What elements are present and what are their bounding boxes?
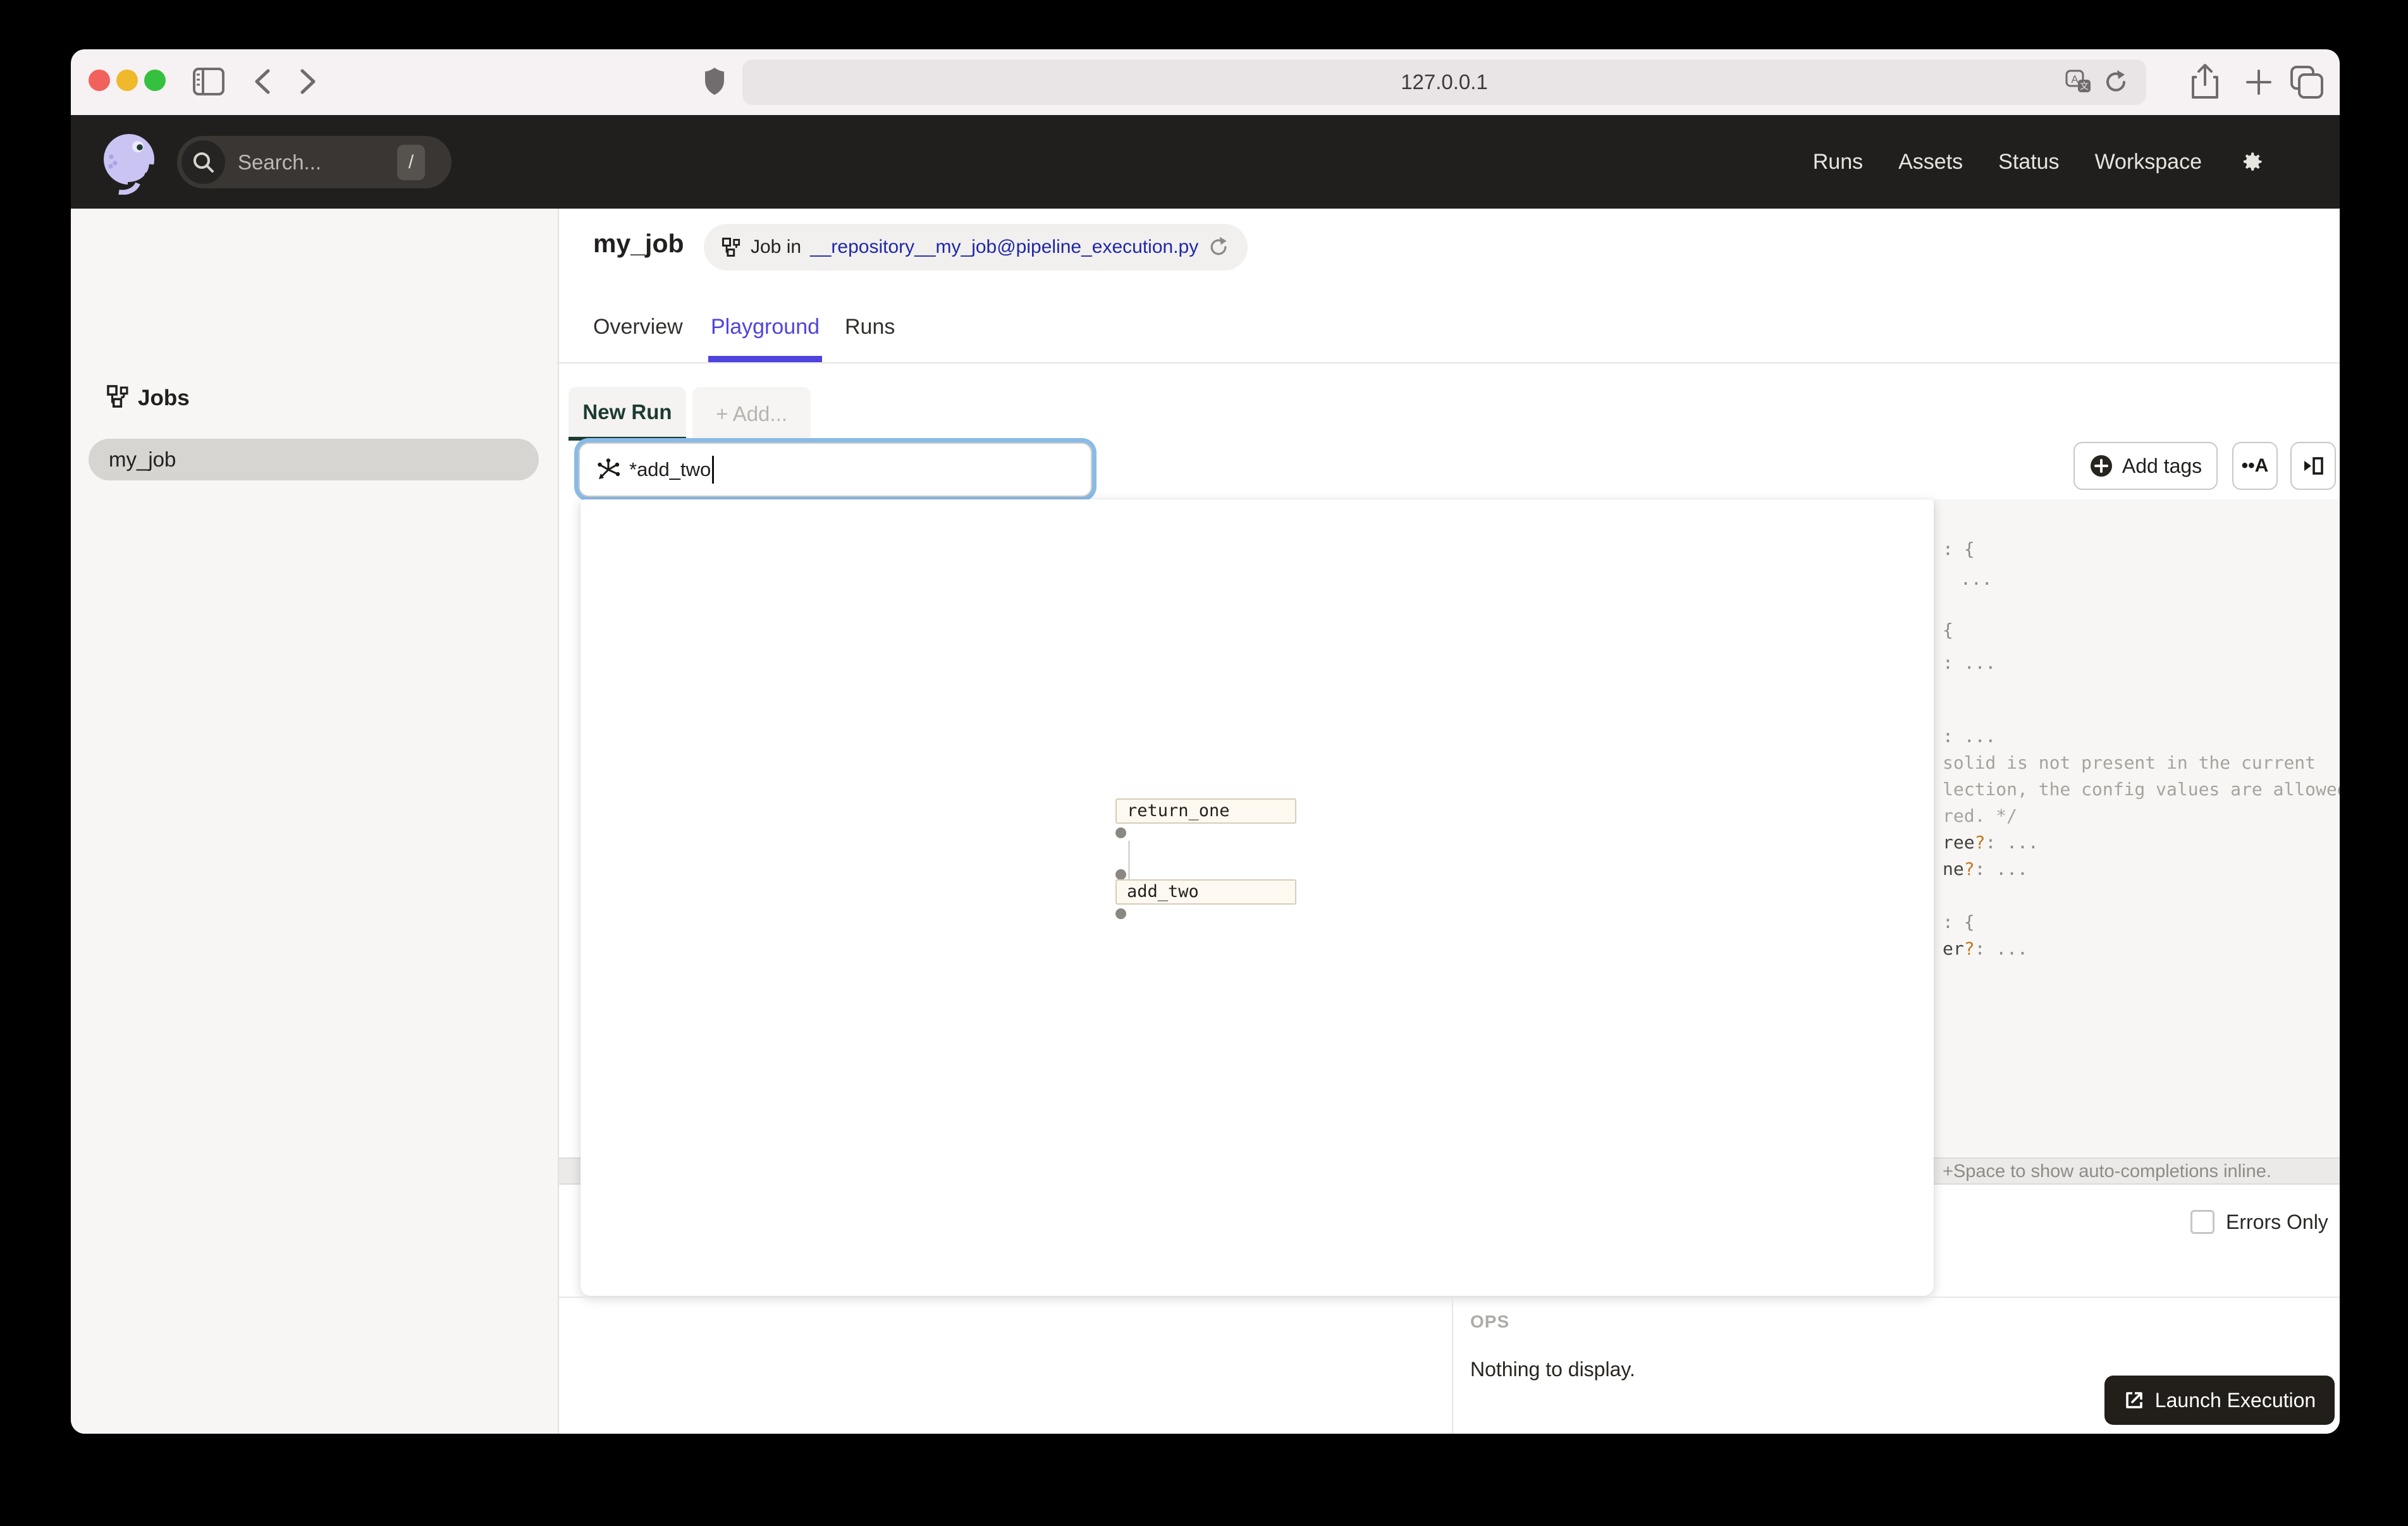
toggle-panel-button[interactable] bbox=[2290, 442, 2336, 490]
job-pill-prefix: Job in bbox=[751, 236, 802, 257]
sidebar-toggle-icon[interactable] bbox=[192, 66, 225, 97]
add-tags-button[interactable]: Add tags bbox=[2073, 442, 2218, 490]
autocomplete-toggle-button[interactable]: ••A bbox=[2232, 442, 2278, 490]
op-selector-input[interactable]: *add_two bbox=[579, 443, 1092, 497]
graph-preview-popover[interactable]: return_one add_two bbox=[580, 499, 1934, 1296]
new-run-label: New Run bbox=[582, 400, 672, 424]
translate-icon[interactable]: A 文 bbox=[2065, 70, 2092, 95]
expand-panel-icon bbox=[2304, 457, 2323, 475]
tab-runs[interactable]: Runs bbox=[845, 315, 895, 339]
plus-circle-icon bbox=[2090, 455, 2112, 477]
launch-execution-button[interactable]: Launch Execution bbox=[2104, 1376, 2335, 1425]
jobs-icon bbox=[107, 385, 128, 408]
privacy-shield-icon[interactable] bbox=[704, 66, 725, 95]
errors-only-checkbox[interactable] bbox=[2190, 1210, 2214, 1234]
search-shortcut-key: / bbox=[397, 145, 425, 180]
close-window-button[interactable] bbox=[89, 70, 110, 91]
refresh-job-icon[interactable] bbox=[1207, 236, 1230, 259]
nav-workspace[interactable]: Workspace bbox=[2095, 150, 2202, 174]
edge-line bbox=[1128, 841, 1130, 880]
op-node-return-one[interactable]: return_one bbox=[1115, 798, 1296, 824]
nav-assets[interactable]: Assets bbox=[1898, 150, 1963, 174]
schema-comment-line: red. */ bbox=[1943, 805, 2018, 826]
schema-line: ... bbox=[1960, 568, 1993, 589]
errors-only-label: Errors Only bbox=[2226, 1210, 2328, 1233]
tab-overview-icon[interactable] bbox=[2289, 64, 2325, 100]
add-run-label: + Add... bbox=[716, 401, 787, 425]
preview-vertical-divider bbox=[1452, 1297, 1453, 1434]
browser-toolbar: 127.0.0.1 A 文 bbox=[71, 49, 2340, 115]
schema-comment-line: solid is not present in the current bbox=[1943, 752, 2316, 773]
sidebar-title: Jobs bbox=[138, 386, 190, 410]
tab-playground[interactable]: Playground bbox=[711, 315, 820, 339]
browser-window: 127.0.0.1 A 文 Search... / Runs Assets St… bbox=[71, 49, 2340, 1434]
launch-label: Launch Execution bbox=[2154, 1388, 2316, 1412]
tab-overview[interactable]: Overview bbox=[593, 315, 683, 339]
output-port-dot bbox=[1115, 827, 1126, 838]
search-input[interactable]: Search... / bbox=[177, 136, 452, 188]
schema-line: er?: ... bbox=[1943, 938, 2028, 959]
page-title: my_job bbox=[593, 229, 684, 258]
schema-comment-line: lection, the config values are allowed bbox=[1943, 779, 2340, 800]
ops-empty-text: Nothing to display. bbox=[1470, 1358, 1635, 1381]
op-selector-icon bbox=[598, 458, 620, 479]
preview-panel-divider bbox=[559, 1297, 2340, 1298]
forward-button[interactable] bbox=[297, 67, 319, 96]
schema-line: : { bbox=[1943, 539, 1975, 559]
launch-icon bbox=[2125, 1392, 2142, 1408]
gear-icon[interactable] bbox=[2237, 148, 2265, 176]
schema-line: : ... bbox=[1943, 652, 1996, 673]
output-port-dot bbox=[1115, 908, 1126, 919]
screenshot-stage: 127.0.0.1 A 文 Search... / Runs Assets St… bbox=[0, 0, 2408, 1526]
schema-line: : ... bbox=[1943, 726, 1996, 747]
sidebar: Jobs my_job __repository__my_job bbox=[71, 209, 559, 1434]
schema-line: ree?: ... bbox=[1943, 832, 2039, 853]
dagster-logo[interactable] bbox=[100, 131, 161, 195]
add-tags-label: Add tags bbox=[2122, 454, 2202, 477]
url-bar[interactable]: 127.0.0.1 A 文 bbox=[742, 59, 2146, 105]
search-placeholder: Search... bbox=[238, 150, 322, 174]
nav-status[interactable]: Status bbox=[1998, 150, 2059, 174]
minimize-window-button[interactable] bbox=[116, 70, 138, 91]
schema-line: { bbox=[1943, 620, 1953, 640]
app-nav: Runs Assets Status Workspace bbox=[1813, 115, 2265, 209]
job-icon bbox=[722, 237, 740, 257]
schema-line: ne?: ... bbox=[1943, 858, 2028, 879]
share-icon[interactable] bbox=[2190, 63, 2220, 100]
op-selector-value: *add_two bbox=[629, 458, 711, 480]
zoom-window-button[interactable] bbox=[144, 70, 166, 91]
job-pipeline-link[interactable]: __repository__my_job@pipeline_execution.… bbox=[810, 236, 1198, 258]
svg-text:A: A bbox=[2071, 73, 2079, 85]
hint-text: +Space to show auto-completions inline. bbox=[1943, 1161, 2271, 1181]
reload-icon[interactable] bbox=[2103, 69, 2128, 95]
config-schema-panel: : { ... { : ... : ... solid is not prese… bbox=[1934, 499, 2340, 1157]
input-port-dot bbox=[1115, 869, 1126, 880]
autocomplete-icon: ••A bbox=[2241, 455, 2269, 476]
sidebar-item-my-job[interactable]: my_job bbox=[89, 439, 539, 480]
errors-only-control: Errors Only bbox=[2190, 1210, 2328, 1234]
ops-section-header: OPS bbox=[1470, 1312, 1510, 1331]
op-node-add-two[interactable]: add_two bbox=[1115, 879, 1296, 905]
sidebar-item-label: my_job bbox=[109, 448, 176, 471]
active-tab-underline bbox=[708, 356, 822, 362]
back-button[interactable] bbox=[252, 67, 273, 96]
main-content: my_job Job in __repository__my_job@pipel… bbox=[559, 209, 2340, 1434]
tab-add-run[interactable]: + Add... bbox=[692, 387, 811, 441]
url-text: 127.0.0.1 bbox=[1401, 70, 1488, 94]
nav-runs[interactable]: Runs bbox=[1813, 150, 1863, 174]
job-origin-pill: Job in __repository__my_job@pipeline_exe… bbox=[704, 224, 1248, 271]
app-header: Search... / Runs Assets Status Workspace bbox=[71, 115, 2340, 209]
tab-new-run[interactable]: New Run bbox=[568, 387, 686, 441]
text-caret bbox=[712, 456, 715, 484]
new-tab-icon[interactable] bbox=[2245, 68, 2273, 96]
schema-line: : { bbox=[1943, 912, 1975, 932]
search-icon bbox=[181, 140, 225, 184]
svg-text:文: 文 bbox=[2080, 81, 2089, 91]
tabs-divider bbox=[559, 362, 2340, 363]
